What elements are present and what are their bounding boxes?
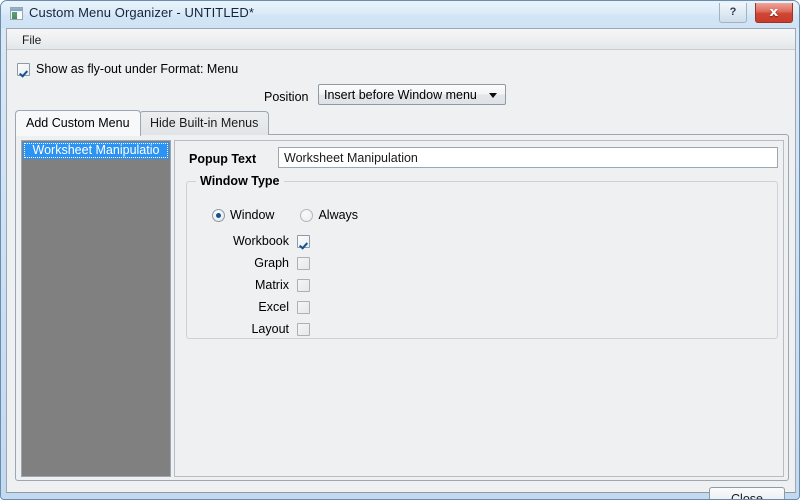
help-button[interactable]: ? (719, 3, 747, 23)
flyout-checkbox-row[interactable]: Show as fly-out under Format: Menu (17, 60, 238, 78)
tab-strip: Add Custom Menu Hide Built-in Menus (15, 111, 789, 135)
app-icon-green-block (12, 12, 17, 20)
application-window: Custom Menu Organizer - UNTITLED* ? x Fi… (0, 0, 800, 500)
tab-panel-add-custom-menu: Worksheet Manipulatio Popup Text Workshe… (15, 134, 789, 481)
window-type-row-graph: Graph (187, 252, 777, 274)
close-icon: x (770, 3, 779, 21)
tab-add-custom-menu[interactable]: Add Custom Menu (15, 110, 141, 136)
close-dialog-button[interactable]: Close (709, 487, 785, 500)
app-icon-titlestrip (11, 8, 22, 11)
window-type-row-workbook: Workbook (187, 230, 777, 252)
window-title: Custom Menu Organizer - UNTITLED* (29, 5, 254, 20)
position-select[interactable]: Insert before Window menu (318, 84, 506, 105)
window-type-row-layout: Layout (187, 318, 777, 340)
window-type-label-graph: Graph (187, 256, 297, 270)
window-scope-radio-group: Window Always (212, 208, 358, 222)
window-type-row-matrix: Matrix (187, 274, 777, 296)
window-type-label-layout: Layout (187, 322, 297, 336)
app-icon-white-block (18, 12, 22, 20)
menu-detail-pane: Popup Text Worksheet Manipulation Window… (174, 140, 784, 477)
window-type-legend: Window Type (196, 174, 284, 188)
window-type-checkbox-layout[interactable] (297, 323, 310, 336)
window-type-checkbox-excel[interactable] (297, 301, 310, 314)
window-type-groupbox: Window Type Window Always Wo (186, 181, 778, 339)
app-window-icon (10, 7, 23, 20)
flyout-checkbox[interactable] (17, 63, 30, 76)
menu-bar: File (7, 29, 795, 50)
window-type-label-excel: Excel (187, 300, 297, 314)
window-type-checkbox-workbook[interactable] (297, 235, 310, 248)
window-type-checkbox-graph[interactable] (297, 257, 310, 270)
window-type-checkbox-matrix[interactable] (297, 279, 310, 292)
window-type-label-workbook: Workbook (187, 234, 297, 248)
window-type-row-excel: Excel (187, 296, 777, 318)
list-item[interactable]: Worksheet Manipulatio (23, 142, 169, 159)
radio-window-label: Window (230, 208, 274, 222)
dialog-client-area: File Show as fly-out under Format: Menu … (6, 28, 796, 493)
window-type-checkbox-list: Workbook Graph Matrix Excel (187, 230, 777, 340)
radio-always-label: Always (318, 208, 358, 222)
window-type-label-matrix: Matrix (187, 278, 297, 292)
tab-hide-built-in-menus[interactable]: Hide Built-in Menus (139, 111, 269, 135)
flyout-checkbox-label: Show as fly-out under Format: Menu (36, 62, 238, 76)
position-select-value: Insert before Window menu (324, 88, 477, 102)
menu-item-file[interactable]: File (18, 32, 45, 48)
radio-window-indicator[interactable] (212, 209, 225, 222)
popup-text-label: Popup Text (189, 152, 256, 166)
position-label: Position (264, 90, 308, 104)
radio-option-window[interactable]: Window (212, 208, 274, 222)
popup-text-value: Worksheet Manipulation (284, 151, 418, 165)
popup-text-input[interactable]: Worksheet Manipulation (278, 147, 778, 168)
title-bar[interactable]: Custom Menu Organizer - UNTITLED* ? x (1, 1, 800, 28)
radio-option-always[interactable]: Always (300, 208, 358, 222)
chevron-down-icon (489, 93, 497, 98)
window-close-button[interactable]: x (755, 3, 793, 23)
custom-menu-list[interactable]: Worksheet Manipulatio (21, 140, 171, 477)
radio-always-indicator[interactable] (300, 209, 313, 222)
